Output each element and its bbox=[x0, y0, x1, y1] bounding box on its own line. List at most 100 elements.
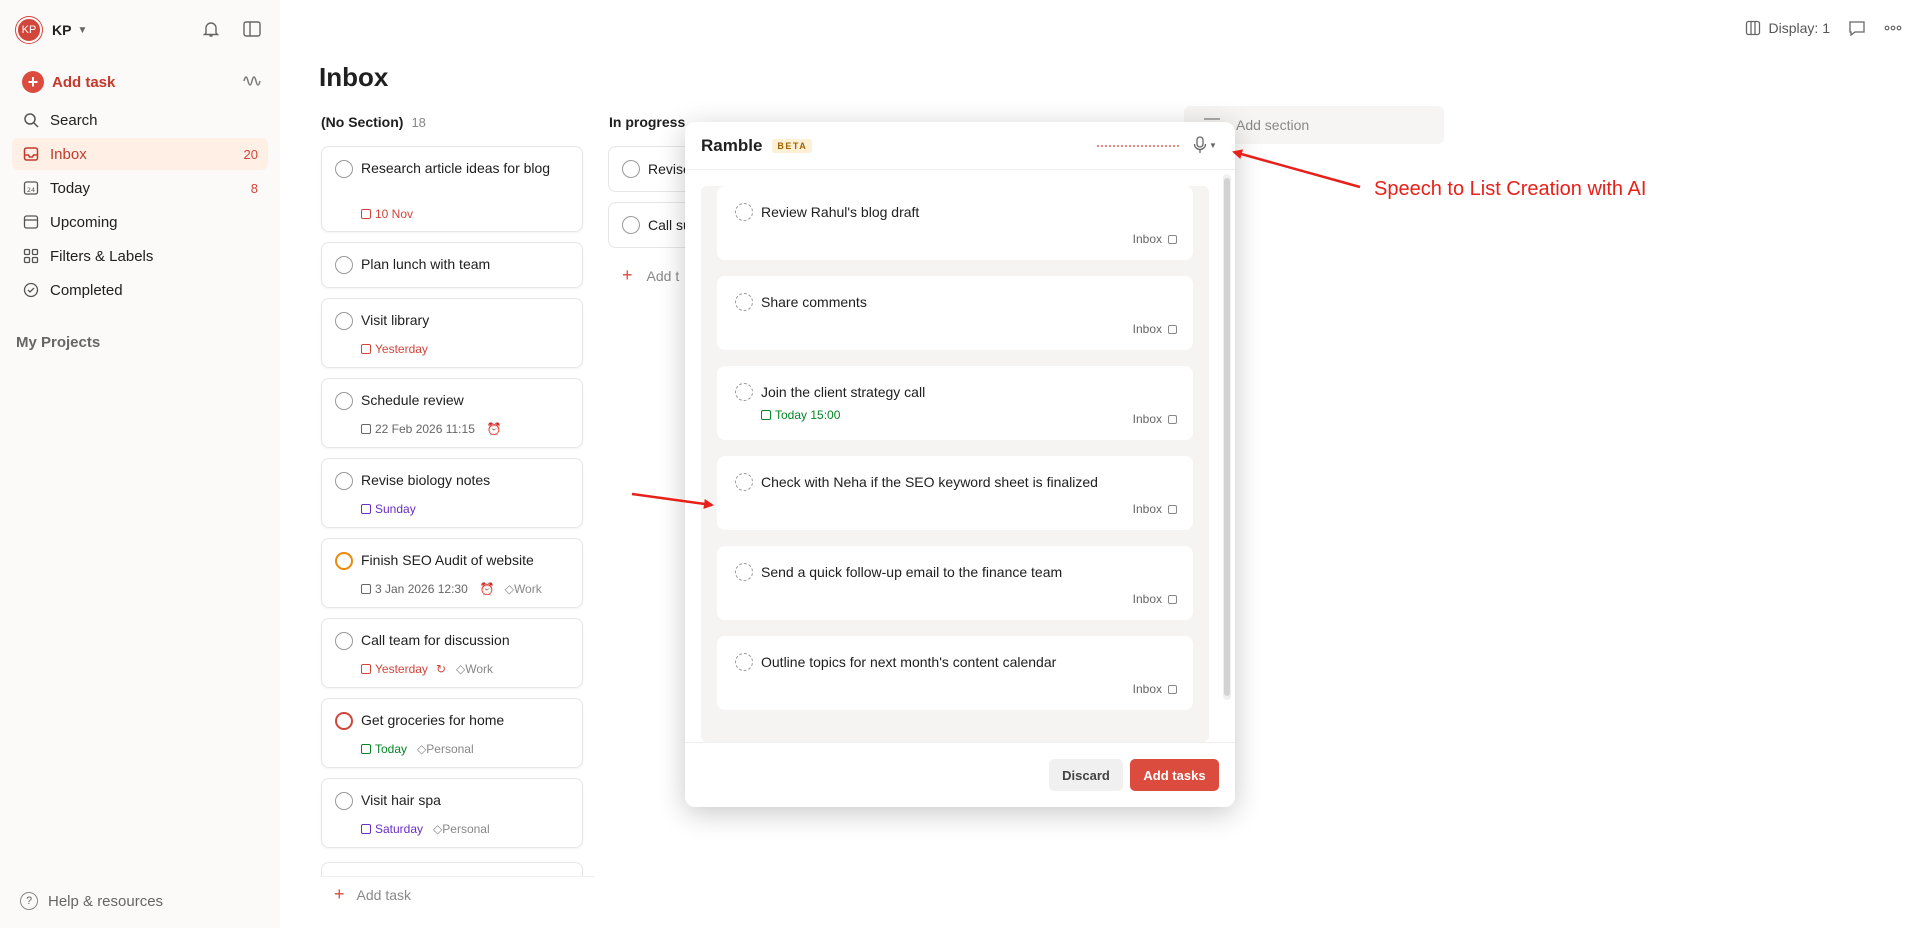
dialog-header: Ramble BETA ▼ bbox=[685, 122, 1235, 170]
section-header-no-section[interactable]: (No Section) 18 bbox=[321, 114, 426, 130]
sidebar-item-search[interactable]: Search bbox=[12, 104, 268, 136]
task-due-date: 22 Feb 2026 11:15 ⏰ bbox=[361, 422, 502, 436]
add-task-button[interactable]: + Add task bbox=[334, 884, 411, 905]
task-due-date: Today ◇Personal bbox=[361, 742, 474, 756]
task-due-date: Yesterday ↻ ◇Work bbox=[361, 662, 493, 676]
task-checkbox[interactable] bbox=[335, 312, 353, 330]
task-title[interactable]: Outline topics for next month's content … bbox=[761, 654, 1056, 670]
task-checkbox[interactable] bbox=[735, 383, 753, 401]
sidebar-item-completed[interactable]: Completed bbox=[12, 274, 268, 306]
calendar-icon bbox=[361, 344, 371, 354]
project-selector[interactable]: Inbox bbox=[1133, 412, 1177, 426]
section-header-in-progress[interactable]: In progress bbox=[609, 114, 685, 130]
sidebar-toggle-icon[interactable] bbox=[239, 16, 265, 42]
preview-task[interactable]: Outline topics for next month's content … bbox=[717, 636, 1193, 710]
project-selector[interactable]: Inbox bbox=[1133, 592, 1177, 606]
task-checkbox[interactable] bbox=[335, 160, 353, 178]
sidebar-item-inbox[interactable]: Inbox 20 bbox=[12, 138, 268, 170]
task-checkbox[interactable] bbox=[735, 203, 753, 221]
annotation-arrow-mic bbox=[1232, 149, 1361, 189]
task-card[interactable]: Plan lunch with team bbox=[321, 242, 583, 288]
preview-task[interactable]: Share comments Inbox bbox=[717, 276, 1193, 350]
task-checkbox[interactable] bbox=[335, 472, 353, 490]
preview-task[interactable]: Review Rahul's blog draft Inbox bbox=[717, 186, 1193, 260]
project-selector[interactable]: Inbox bbox=[1133, 502, 1177, 516]
alarm-icon: ⏰ bbox=[486, 422, 502, 436]
task-title: Call team for discussion bbox=[361, 632, 510, 648]
add-section-label: Add section bbox=[1236, 117, 1310, 133]
sidebar-item-upcoming[interactable]: Upcoming bbox=[12, 206, 268, 238]
task-title[interactable]: Send a quick follow-up email to the fina… bbox=[761, 564, 1062, 580]
task-title: Visit library bbox=[361, 312, 430, 328]
preview-task[interactable]: Check with Neha if the SEO keyword sheet… bbox=[717, 456, 1193, 530]
task-checkbox[interactable] bbox=[335, 392, 353, 410]
task-due-date[interactable]: Today 15:00 bbox=[761, 408, 840, 422]
task-card[interactable]: Schedule review 22 Feb 2026 11:15 ⏰ bbox=[321, 378, 583, 448]
task-title[interactable]: Review Rahul's blog draft bbox=[761, 204, 919, 220]
task-card[interactable]: Visit hair spa Saturday ◇Personal bbox=[321, 778, 583, 848]
inbox-icon bbox=[1168, 594, 1177, 604]
label-tag: ◇Personal bbox=[433, 822, 490, 836]
divider bbox=[320, 876, 595, 877]
check-circle-icon bbox=[22, 281, 40, 299]
project-selector[interactable]: Inbox bbox=[1133, 322, 1177, 336]
inbox-icon bbox=[1168, 414, 1177, 424]
task-title[interactable]: Share comments bbox=[761, 294, 867, 310]
user-menu[interactable]: KP KP ▼ bbox=[16, 16, 264, 44]
task-card[interactable]: Research article ideas for blog 10 Nov bbox=[321, 146, 583, 232]
plus-icon: + bbox=[622, 265, 633, 285]
calendar-icon bbox=[361, 744, 371, 754]
project-selector[interactable]: Inbox bbox=[1133, 682, 1177, 696]
task-card[interactable]: Finish SEO Audit of website 3 Jan 2026 1… bbox=[321, 538, 583, 608]
display-button[interactable]: Display: 1 bbox=[1745, 20, 1830, 36]
chevron-down-icon: ▼ bbox=[77, 24, 88, 36]
task-checkbox[interactable] bbox=[335, 256, 353, 274]
task-title[interactable]: Join the client strategy call bbox=[761, 384, 925, 400]
task-card[interactable]: Visit library Yesterday bbox=[321, 298, 583, 368]
scrollbar-thumb[interactable] bbox=[1224, 178, 1230, 696]
help-resources[interactable]: ? Help & resources bbox=[20, 892, 163, 910]
task-title[interactable]: Check with Neha if the SEO keyword sheet… bbox=[761, 474, 1098, 490]
calendar-icon bbox=[361, 824, 371, 834]
task-checkbox[interactable] bbox=[735, 473, 753, 491]
task-card[interactable]: Call team for discussion Yesterday ↻ ◇Work bbox=[321, 618, 583, 688]
avatar[interactable]: KP bbox=[16, 17, 42, 43]
sidebar-add-task[interactable]: + Add task bbox=[12, 66, 268, 98]
bell-icon[interactable] bbox=[198, 16, 224, 42]
plus-icon: + bbox=[334, 884, 345, 904]
add-tasks-button[interactable]: Add tasks bbox=[1130, 759, 1219, 791]
task-card[interactable] bbox=[321, 862, 583, 876]
sidebar-item-filters-labels[interactable]: Filters & Labels bbox=[12, 240, 268, 272]
sidebar: KP KP ▼ + Add task Search Inbox 20 24 To… bbox=[0, 0, 280, 928]
task-checkbox[interactable] bbox=[335, 632, 353, 650]
task-card[interactable]: Revise biology notes Sunday bbox=[321, 458, 583, 528]
my-projects-heading[interactable]: My Projects bbox=[16, 334, 100, 351]
preview-task[interactable]: Join the client strategy call Today 15:0… bbox=[717, 366, 1193, 440]
task-title: Schedule review bbox=[361, 392, 464, 408]
project-selector[interactable]: Inbox bbox=[1133, 232, 1177, 246]
task-checkbox[interactable] bbox=[735, 293, 753, 311]
task-checkbox[interactable] bbox=[622, 160, 640, 178]
preview-task[interactable]: Send a quick follow-up email to the fina… bbox=[717, 546, 1193, 620]
recurring-icon: ↻ bbox=[435, 662, 446, 676]
ramble-waveform-icon[interactable] bbox=[239, 68, 265, 94]
task-checkbox[interactable] bbox=[335, 792, 353, 810]
page-title: Inbox bbox=[319, 62, 389, 92]
task-checkbox-priority[interactable] bbox=[335, 712, 353, 730]
dialog-footer: Discard Add tasks bbox=[685, 742, 1235, 807]
task-checkbox[interactable] bbox=[735, 653, 753, 671]
task-checkbox[interactable] bbox=[622, 216, 640, 234]
display-label: Display: 1 bbox=[1768, 20, 1830, 36]
task-checkbox[interactable] bbox=[735, 563, 753, 581]
add-task-label: Add task bbox=[356, 886, 411, 903]
more-options-icon[interactable] bbox=[1884, 25, 1902, 31]
microphone-icon[interactable]: ▼ bbox=[1193, 136, 1217, 154]
inbox-icon bbox=[1168, 324, 1177, 334]
section-name: In progress bbox=[609, 114, 686, 130]
comment-icon[interactable] bbox=[1848, 20, 1866, 36]
task-checkbox-priority[interactable] bbox=[335, 552, 353, 570]
add-task-button[interactable]: + Add t bbox=[622, 265, 679, 285]
discard-button[interactable]: Discard bbox=[1049, 759, 1123, 791]
task-card[interactable]: Get groceries for home Today ◇Personal bbox=[321, 698, 583, 768]
sidebar-item-today[interactable]: 24 Today 8 bbox=[12, 172, 268, 204]
